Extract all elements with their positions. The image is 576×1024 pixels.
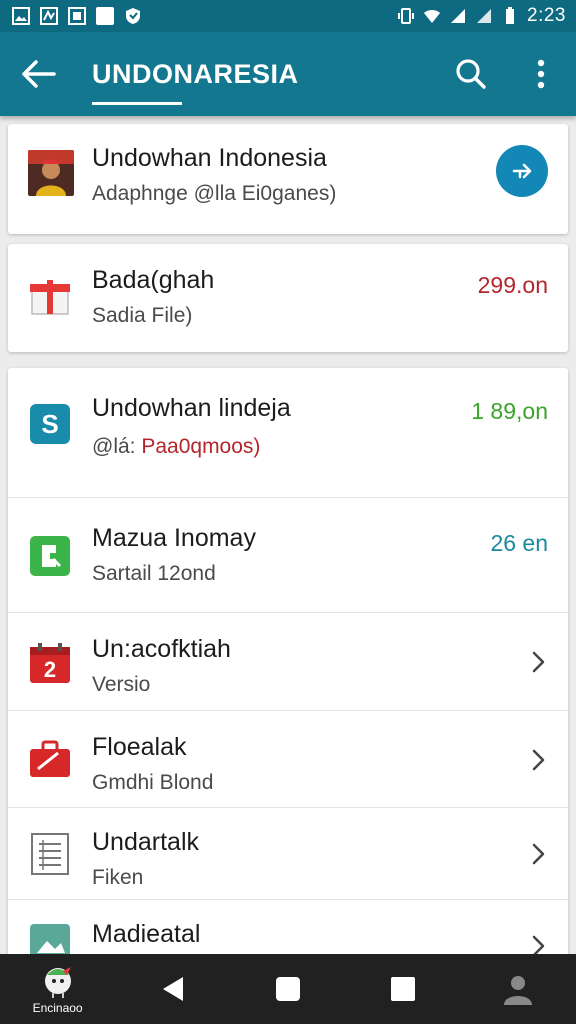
list-item-title: Floealak (92, 733, 187, 761)
battery-icon (506, 7, 515, 24)
calendar-icon: 2 (28, 641, 72, 685)
vibrate-icon (398, 8, 415, 24)
list-item-value: 1 89,on (471, 398, 548, 424)
file-title: Bada(ghah (92, 266, 215, 294)
s-badge-icon: S (28, 402, 72, 446)
bird-app-icon (44, 967, 71, 998)
system-status: 2:23 (397, 5, 566, 27)
shield-notification-icon (126, 8, 140, 24)
list-item-title: Madieatal (92, 920, 201, 948)
profile-card[interactable]: Undowhan Indonesia Adaphnge @lla Ei0gane… (8, 124, 568, 234)
list-item-text: Madieatal (92, 920, 200, 949)
list-item-subtitle: Gmdhi Blond (92, 771, 214, 794)
file-card[interactable]: Bada(ghah Sadia File) 299.on (8, 244, 568, 352)
list-item-subtitle-prefix: @lá: (92, 435, 142, 458)
square-notification-icon (96, 7, 114, 25)
home-nav-button[interactable] (253, 954, 323, 1024)
home-square-icon (275, 977, 300, 1001)
list-item-title: Undartalk (92, 828, 199, 856)
back-button[interactable] (0, 32, 78, 116)
list-item-title: Mazua Inomay (92, 524, 256, 552)
back-nav-button[interactable] (138, 954, 208, 1024)
signal-icon (451, 9, 466, 23)
recents-nav-button[interactable] (368, 954, 438, 1024)
status-time: 2:23 (527, 5, 566, 26)
avatar (28, 150, 74, 196)
profile-name: Undowhan Indonesia (92, 144, 327, 172)
person-icon (504, 976, 533, 1005)
list-item-subtitle: Versio (92, 673, 151, 696)
app-shortcut-label: Encinaoo (32, 1001, 83, 1015)
list-item-text: Mazua Inomay Sartail 12ond (92, 524, 256, 586)
list-item[interactable]: S Undowhan lindeja @lá: Paa0qmoos) 1 89,… (8, 368, 568, 498)
list-item-subtitle: Fiken (92, 866, 144, 889)
file-value: 299.on (477, 272, 548, 298)
list-item-value: 26 en (490, 530, 548, 556)
chevron-right-icon (532, 749, 545, 771)
triangle-back-icon (162, 977, 183, 1001)
status-bar: 2:23 (0, 0, 576, 32)
gift-box-icon (28, 274, 72, 318)
list-item-text: Undowhan lindeja @lá: Paa0qmoos) (92, 394, 291, 459)
file-subtitle: Sadia File) (92, 304, 193, 327)
app-title-tab[interactable]: UNDONARESIA (78, 32, 436, 116)
list-item[interactable]: Floealak Gmdhi Blond (8, 711, 568, 808)
app-title: UNDONARESIA (92, 58, 299, 89)
svg-text:S: S (41, 409, 58, 439)
briefcase-icon (28, 737, 72, 781)
account-nav-button[interactable] (483, 954, 553, 1024)
notification-icons (12, 7, 142, 25)
doc-green-icon (28, 534, 72, 578)
wifi-icon (424, 10, 441, 23)
list-item-subtitle-highlight: Paa0qmoos) (141, 435, 261, 458)
gallery-notification-icon (40, 7, 58, 25)
recents-square-icon (391, 977, 416, 1001)
file-row: Bada(ghah Sadia File) 299.on (8, 244, 568, 352)
list-item[interactable]: 2 Un:acofktiah Versio (8, 613, 568, 711)
app-shortcut[interactable]: Encinaoo (23, 954, 93, 1024)
list-item-subtitle: @lá: Paa0qmoos) (92, 435, 291, 459)
search-icon (456, 59, 486, 89)
list-item-title: Un:acofktiah (92, 635, 231, 663)
list-item[interactable]: Undartalk Fiken (8, 808, 568, 900)
svg-text:2: 2 (44, 657, 56, 682)
list-item-text: Undartalk Fiken (92, 828, 199, 890)
search-button[interactable] (436, 32, 506, 116)
document-icon (28, 832, 72, 876)
list-item-text: Floealak Gmdhi Blond (92, 733, 213, 795)
list-card: S Undowhan lindeja @lá: Paa0qmoos) 1 89,… (8, 368, 568, 968)
arrow-back-icon (22, 60, 56, 88)
file-text: Bada(ghah Sadia File) (92, 266, 214, 328)
profile-text: Undowhan Indonesia Adaphnge @lla Ei0gane… (92, 144, 336, 206)
list-item-text: Un:acofktiah Versio (92, 635, 231, 697)
send-button[interactable] (496, 145, 548, 197)
chevron-right-icon (532, 843, 545, 865)
profile-row: Undowhan Indonesia Adaphnge @lla Ei0gane… (8, 124, 568, 234)
signal-icon-2 (477, 9, 492, 23)
photo-notification-icon (68, 7, 86, 25)
more-vert-icon (537, 59, 545, 89)
profile-subtitle: Adaphnge @lla Ei0ganes) (92, 182, 337, 205)
tab-indicator (92, 102, 182, 105)
list-item[interactable]: Mazua Inomay Sartail 12ond 26 en (8, 498, 568, 613)
image-notification-icon (12, 7, 30, 25)
navigation-bar: Encinaoo (0, 954, 576, 1024)
chevron-right-icon (532, 651, 545, 673)
list-item-subtitle: Sartail 12ond (92, 562, 216, 585)
app-bar: UNDONARESIA (0, 32, 576, 116)
list-item-title: Undowhan lindeja (92, 394, 291, 422)
overflow-menu-button[interactable] (506, 32, 576, 116)
send-icon (512, 163, 532, 179)
